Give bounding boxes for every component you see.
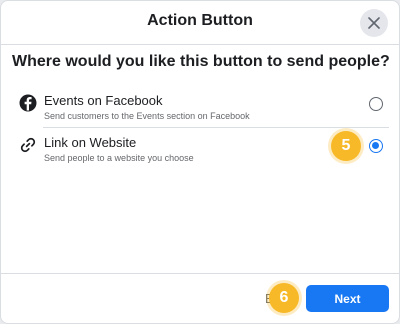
dialog-question: Where would you like this button to send… [12,53,390,70]
option-subtitle: Send people to a website you choose [44,153,194,163]
step-badge-5: 5 [331,131,361,161]
option-divider [43,127,389,128]
dialog-header: Action Button [1,1,399,45]
dialog-title: Action Button [147,12,253,29]
close-button[interactable] [360,9,388,37]
option-events-on-facebook[interactable]: Events on Facebook Send customers to the… [13,89,389,129]
close-icon [368,17,380,29]
facebook-icon [18,93,38,113]
option-title: Events on Facebook [44,93,163,108]
option-subtitle: Send customers to the Events section on … [44,111,250,121]
action-button-dialog: Action Button Where would you like this … [0,0,400,324]
step-badge-6: 6 [269,283,299,313]
radio-link-on-website[interactable] [369,139,383,153]
link-icon [18,135,38,155]
radio-events-on-facebook[interactable] [369,97,383,111]
option-title: Link on Website [44,135,137,150]
next-button[interactable]: Next [306,285,389,312]
